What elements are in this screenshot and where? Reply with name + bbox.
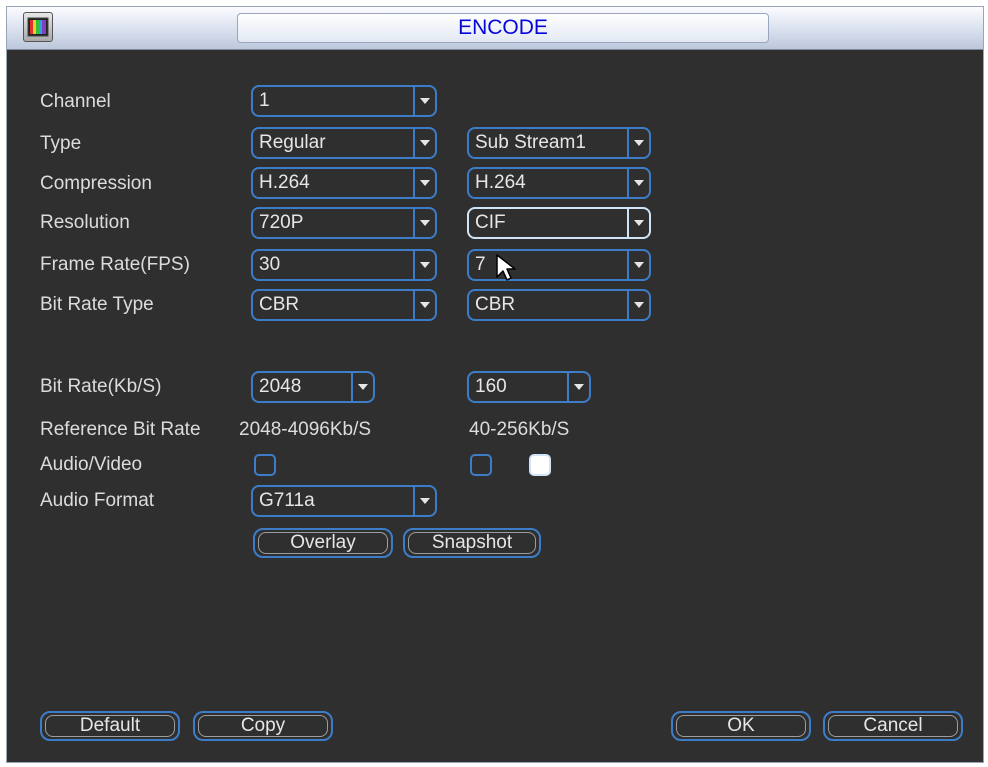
chevron-down-icon[interactable] bbox=[413, 169, 435, 197]
sub-reference-bit-rate: 40-256Kb/S bbox=[469, 419, 570, 440]
resolution-label: Resolution bbox=[40, 212, 130, 233]
main-compression-value: H.264 bbox=[259, 172, 310, 193]
main-bit-rate-type-select[interactable]: CBR bbox=[251, 289, 437, 321]
sub-video-checkbox[interactable] bbox=[470, 454, 492, 476]
chevron-down-icon[interactable] bbox=[413, 129, 435, 157]
sub-compression-select[interactable]: H.264 bbox=[467, 167, 651, 199]
ok-button[interactable]: OK bbox=[671, 711, 811, 741]
sub-frame-rate-value: 7 bbox=[475, 254, 486, 275]
audio-format-select[interactable]: G711a bbox=[251, 485, 437, 517]
sub-bit-rate-type-value: CBR bbox=[475, 294, 516, 315]
sub-type-value: Sub Stream1 bbox=[475, 132, 586, 153]
chevron-down-icon[interactable] bbox=[413, 251, 435, 279]
main-compression-select[interactable]: H.264 bbox=[251, 167, 437, 199]
copy-button[interactable]: Copy bbox=[193, 711, 333, 741]
bit-rate-label: Bit Rate(Kb/S) bbox=[40, 376, 162, 397]
sub-resolution-select[interactable]: CIF bbox=[467, 207, 651, 239]
sub-bit-rate-value: 160 bbox=[475, 376, 507, 397]
frame-rate-label: Frame Rate(FPS) bbox=[40, 254, 190, 275]
chevron-down-icon[interactable] bbox=[627, 169, 649, 197]
main-resolution-value: 720P bbox=[259, 212, 304, 233]
main-type-value: Regular bbox=[259, 132, 326, 153]
reference-bit-rate-label: Reference Bit Rate bbox=[40, 419, 201, 440]
audio-format-value: G711a bbox=[259, 490, 315, 511]
sub-type-select[interactable]: Sub Stream1 bbox=[467, 127, 651, 159]
sub-bit-rate-select[interactable]: 160 bbox=[467, 371, 591, 403]
main-frame-rate-select[interactable]: 30 bbox=[251, 249, 437, 281]
type-label: Type bbox=[40, 133, 82, 154]
chevron-down-icon[interactable] bbox=[351, 373, 373, 401]
cancel-button[interactable]: Cancel bbox=[823, 711, 963, 741]
bit-rate-type-label: Bit Rate Type bbox=[40, 294, 154, 315]
main-bit-rate-type-value: CBR bbox=[259, 294, 300, 315]
chevron-down-icon[interactable] bbox=[627, 129, 649, 157]
sub-resolution-value: CIF bbox=[475, 212, 506, 233]
window-title: ENCODE bbox=[237, 13, 769, 43]
main-resolution-select[interactable]: 720P bbox=[251, 207, 437, 239]
main-bit-rate-value: 2048 bbox=[259, 376, 302, 397]
main-frame-rate-value: 30 bbox=[259, 254, 281, 275]
snapshot-button[interactable]: Snapshot bbox=[403, 528, 541, 558]
chevron-down-icon[interactable] bbox=[413, 291, 435, 319]
audio-video-label: Audio/Video bbox=[40, 454, 143, 475]
main-bit-rate-select[interactable]: 2048 bbox=[251, 371, 375, 403]
chevron-down-icon[interactable] bbox=[413, 487, 435, 515]
overlay-button[interactable]: Overlay bbox=[253, 528, 393, 558]
default-button[interactable]: Default bbox=[40, 711, 180, 741]
app-icon bbox=[23, 12, 53, 42]
title-bar: ENCODE bbox=[7, 7, 983, 50]
chevron-down-icon[interactable] bbox=[413, 87, 435, 115]
channel-select[interactable]: 1 bbox=[251, 85, 437, 117]
chevron-down-icon[interactable] bbox=[567, 373, 589, 401]
mouse-pointer-icon bbox=[496, 254, 516, 281]
channel-value: 1 bbox=[259, 90, 270, 111]
sub-compression-value: H.264 bbox=[475, 172, 526, 193]
audio-format-label: Audio Format bbox=[40, 490, 155, 511]
compression-label: Compression bbox=[40, 173, 152, 194]
chevron-down-icon[interactable] bbox=[627, 209, 649, 237]
channel-label: Channel bbox=[40, 91, 111, 112]
sub-audio-checkbox[interactable] bbox=[529, 454, 551, 476]
sub-bit-rate-type-select[interactable]: CBR bbox=[467, 289, 651, 321]
main-type-select[interactable]: Regular bbox=[251, 127, 437, 159]
chevron-down-icon[interactable] bbox=[413, 209, 435, 237]
chevron-down-icon[interactable] bbox=[627, 251, 649, 279]
main-reference-bit-rate: 2048-4096Kb/S bbox=[239, 419, 372, 440]
chevron-down-icon[interactable] bbox=[627, 291, 649, 319]
main-video-checkbox[interactable] bbox=[254, 454, 276, 476]
encode-window: ENCODE Channel Type Compression Resoluti… bbox=[6, 6, 984, 763]
